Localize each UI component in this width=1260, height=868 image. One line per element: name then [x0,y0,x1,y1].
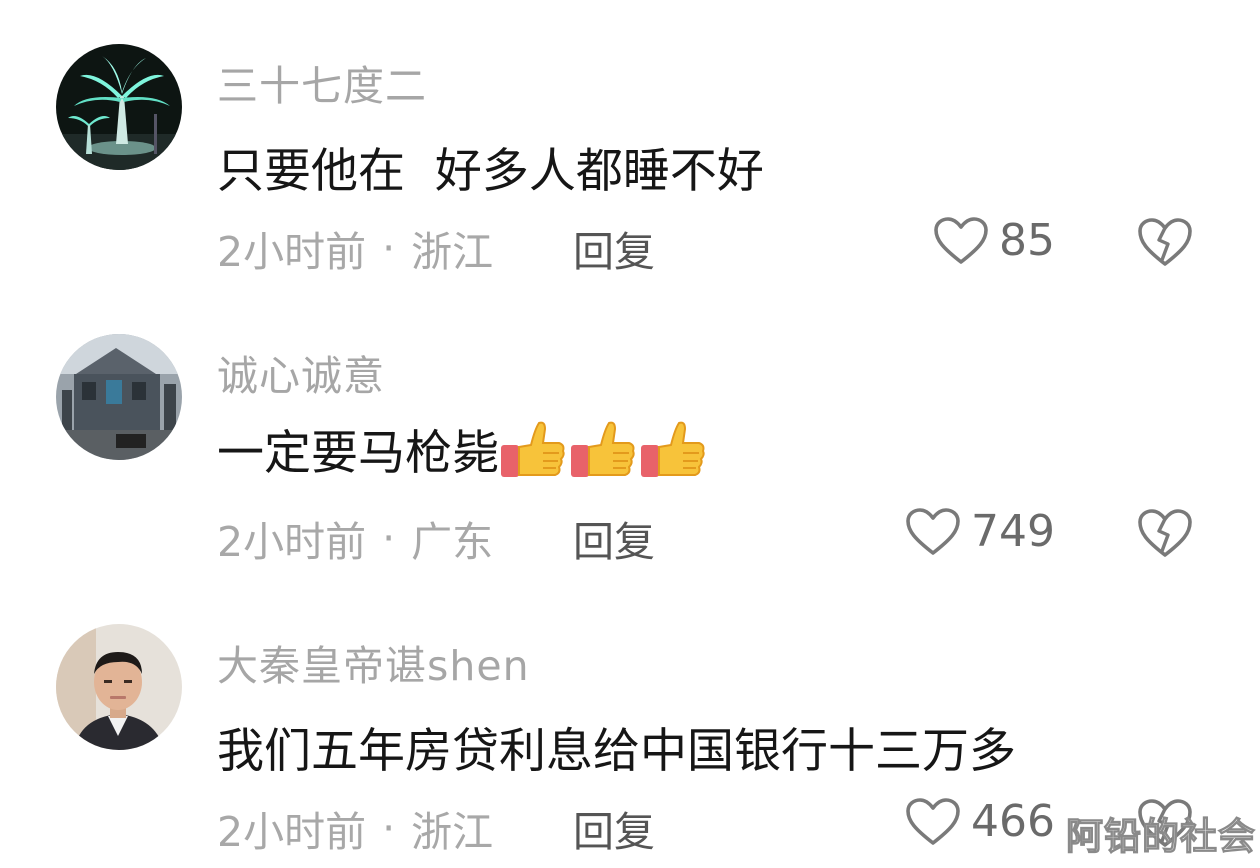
separator: · [382,804,396,852]
comment-text-content: 我们五年房贷利息给中国银行十三万多 [217,724,1016,779]
like-count: 466 [971,796,1055,847]
comment-meta: 2小时前 · 广东 [217,508,493,568]
thumbs-up-icon [501,421,565,477]
username[interactable]: 诚心诚意 [217,342,385,402]
comment-text: 我们五年房贷利息给中国银行十三万多 [217,712,1016,781]
heart-icon [906,797,960,845]
watermark: 阿铅的社会 [1065,814,1256,858]
avatar[interactable] [56,624,182,750]
like-count: 749 [971,506,1055,557]
separator: · [382,514,396,562]
comment-meta: 2小时前 · 浙江 [217,798,493,858]
like-button[interactable]: 749 [905,506,1055,557]
username[interactable]: 大秦皇帝谌shen [217,632,530,692]
dislike-button[interactable] [1136,507,1194,559]
timestamp: 2小时前 [217,518,367,566]
like-button[interactable]: 466 [905,796,1055,847]
location: 浙江 [411,808,494,856]
reply-button[interactable]: 回复 [573,798,655,858]
avatar[interactable] [56,334,182,460]
broken-heart-icon [1138,509,1192,557]
heart-icon [906,507,960,555]
thumbs-up-icon [641,421,705,477]
thumbs-up-icon [571,421,635,477]
comment-text: 一定要马枪毙 [217,414,707,483]
comment-item: 大秦皇帝谌shen 我们五年房贷利息给中国银行十三万多 2小时前 · 浙江 回复… [0,0,1260,856]
comment-text-content: 一定要马枪毙 [217,426,499,481]
reply-button[interactable]: 回复 [573,508,655,568]
timestamp: 2小时前 [217,808,367,856]
building-avatar-image [56,334,182,460]
portrait-avatar-image [56,624,182,750]
location: 广东 [411,518,494,566]
